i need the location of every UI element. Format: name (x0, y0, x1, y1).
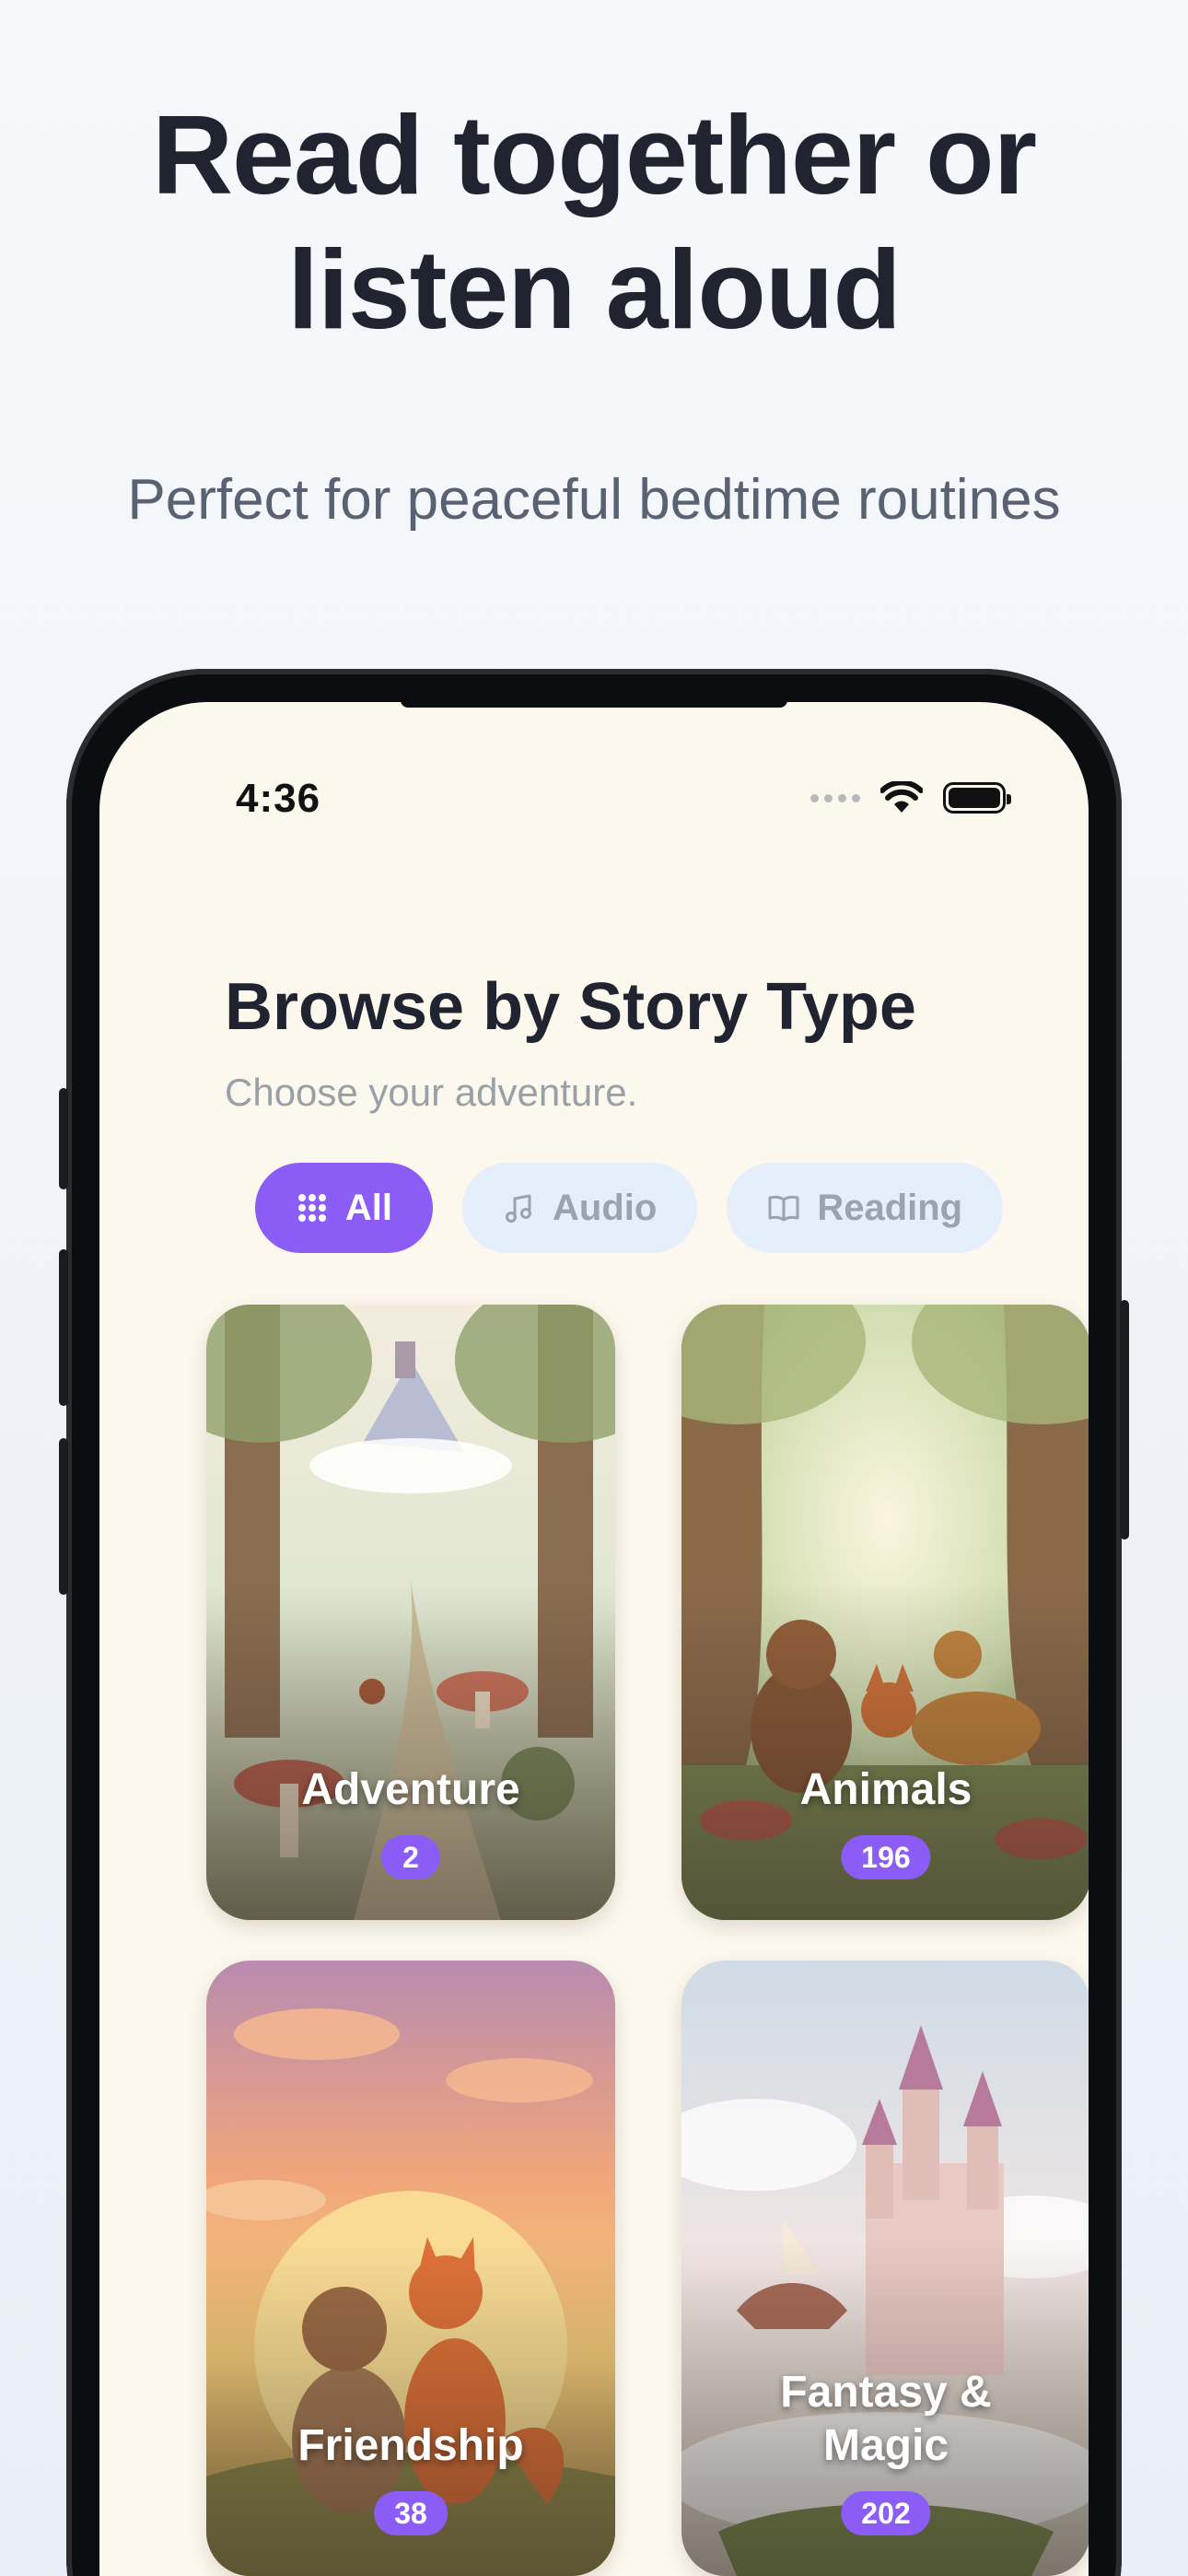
filter-reading-label: Reading (817, 1187, 963, 1228)
headline: Read together or listen aloud (151, 92, 1037, 352)
battery-icon (943, 782, 1011, 814)
story-count-badge: 202 (841, 2491, 931, 2535)
volume-down-button (59, 1438, 68, 1595)
page-title: Browse by Story Type (225, 970, 916, 1044)
category-card-animals[interactable]: Animals 196 (681, 1305, 1089, 1920)
power-button (1120, 1300, 1129, 1540)
story-count-badge: 196 (841, 1835, 931, 1879)
wifi-icon (880, 781, 923, 813)
grid-icon (297, 1194, 326, 1222)
phone-frame: 4:36 Browse by Story Type Choose your ad… (59, 669, 1129, 2576)
filter-reading[interactable]: Reading (727, 1163, 1004, 1253)
filter-bar: All Audio Reading (225, 1163, 1033, 1253)
music-note-icon (506, 1194, 531, 1223)
dynamic-island (401, 702, 787, 708)
category-name: Friendship (297, 2421, 524, 2470)
story-count-badge: 2 (381, 1835, 440, 1879)
signal-icon (810, 793, 860, 802)
status-time: 4:36 (236, 776, 321, 821)
status-icons (810, 781, 1011, 814)
category-grid: Adventure 2 Animals 196 Friendship 38 Fa… (206, 1305, 1089, 2576)
app-screen: 4:36 Browse by Story Type Choose your ad… (99, 702, 1089, 2576)
book-icon (768, 1195, 799, 1222)
story-count-badge: 38 (374, 2491, 448, 2535)
subheadline: Perfect for peaceful bedtime routines (127, 468, 1061, 532)
mute-switch (59, 1088, 68, 1189)
category-name: Animals (799, 1765, 973, 1814)
filter-all-label: All (344, 1187, 392, 1228)
filter-all[interactable]: All (254, 1163, 433, 1253)
category-card-adventure[interactable]: Adventure 2 (206, 1305, 615, 1920)
category-name: Adventure (301, 1765, 520, 1814)
page-subtitle: Choose your adventure. (225, 1071, 638, 1114)
category-card-friendship[interactable]: Friendship 38 (206, 1961, 615, 2576)
volume-up-button (59, 1249, 68, 1406)
filter-audio[interactable]: Audio (462, 1163, 698, 1253)
category-card-fantasy-magic[interactable]: Fantasy & Magic 202 (681, 1961, 1089, 2576)
category-name: Fantasy & Magic (780, 2368, 992, 2470)
filter-audio-label: Audio (553, 1187, 658, 1228)
